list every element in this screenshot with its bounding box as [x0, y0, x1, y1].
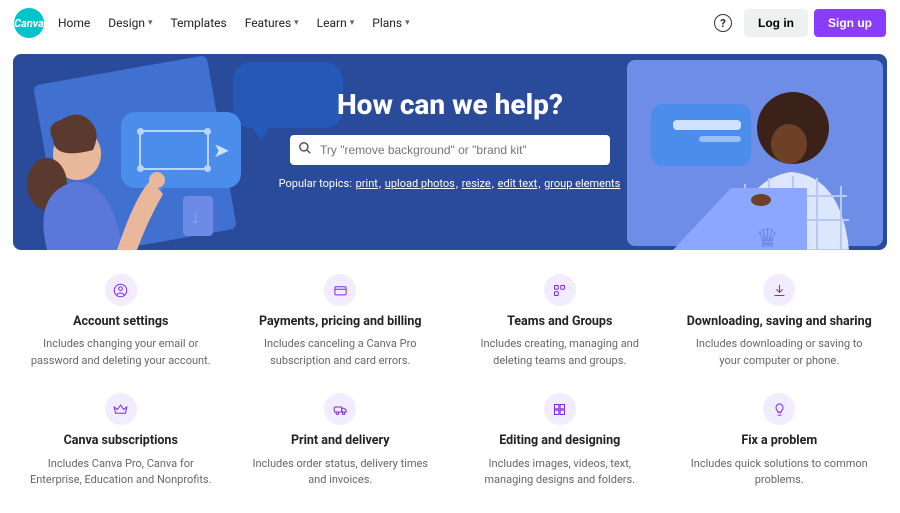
popular-link-resize[interactable]: resize [462, 177, 491, 190]
topic-title: Teams and Groups [467, 314, 653, 330]
main-nav: Home Design▾ Templates Features▾ Learn▾ Plans… [58, 16, 410, 30]
topic-subscriptions[interactable]: Canva subscriptions Includes Canva Pro, C… [20, 393, 222, 488]
download-icon [763, 274, 795, 306]
topic-title: Downloading, saving and sharing [687, 314, 873, 330]
top-nav: Canva Home Design▾ Templates Features▾ Learn… [0, 0, 900, 46]
topic-teams-groups[interactable]: Teams and Groups Includes creating, manag… [459, 274, 661, 369]
hero-title: How can we help? [13, 88, 887, 121]
topic-title: Editing and designing [467, 433, 653, 449]
search-input[interactable] [290, 135, 610, 165]
crown-icon: ♛ [756, 224, 779, 250]
topic-title: Print and delivery [248, 433, 434, 449]
nav-learn[interactable]: Learn▾ [317, 16, 355, 30]
nav-features[interactable]: Features▾ [245, 16, 299, 30]
topic-title: Fix a problem [687, 433, 873, 449]
hero: ➤ ↓ ♛ How can we help? Popular topics: p… [13, 54, 887, 250]
topic-downloading[interactable]: Downloading, saving and sharing Includes … [679, 274, 881, 369]
nav-templates[interactable]: Templates [171, 16, 227, 30]
search-icon [298, 141, 312, 159]
topic-payments[interactable]: Payments, pricing and billing Includes ca… [240, 274, 442, 369]
topic-title: Canva subscriptions [28, 433, 214, 449]
popular-topics: Popular topics: print, upload photos, re… [13, 177, 887, 190]
login-button[interactable]: Log in [744, 9, 808, 37]
help-icon[interactable]: ? [714, 14, 732, 32]
teams-icon [544, 274, 576, 306]
topic-title: Account settings [28, 314, 214, 330]
popular-label: Popular topics: [279, 177, 352, 190]
crown-icon [105, 393, 137, 425]
popular-link-edit-text[interactable]: edit text [498, 177, 538, 190]
download-arrow-icon: ↓ [191, 207, 200, 228]
nav-design[interactable]: Design▾ [108, 16, 152, 30]
grid-icon [544, 393, 576, 425]
popular-link-group-elements[interactable]: group elements [544, 177, 620, 190]
chevron-down-icon: ▾ [350, 18, 355, 28]
topic-fix-problem[interactable]: Fix a problem Includes quick solutions to… [679, 393, 881, 488]
topic-desc: Includes images, videos, text, managing … [467, 456, 653, 489]
topic-account-settings[interactable]: Account settings Includes changing your e… [20, 274, 222, 369]
chevron-down-icon: ▾ [405, 18, 410, 28]
user-circle-icon [105, 274, 137, 306]
popular-link-upload-photos[interactable]: upload photos [385, 177, 455, 190]
topic-desc: Includes downloading or saving to your c… [687, 336, 873, 369]
help-topics-grid: Account settings Includes changing your e… [20, 274, 880, 489]
search-wrap [290, 135, 610, 165]
signup-button[interactable]: Sign up [814, 9, 886, 37]
brand-logo[interactable]: Canva [14, 8, 44, 38]
topic-desc: Includes canceling a Canva Pro subscript… [248, 336, 434, 369]
topic-desc: Includes quick solutions to common probl… [687, 456, 873, 489]
topic-print-delivery[interactable]: Print and delivery Includes order status,… [240, 393, 442, 488]
nav-plans[interactable]: Plans▾ [372, 16, 409, 30]
topic-desc: Includes creating, managing and deleting… [467, 336, 653, 369]
truck-icon [324, 393, 356, 425]
topic-desc: Includes Canva Pro, Canva for Enterprise… [28, 456, 214, 489]
chevron-down-icon: ▾ [294, 18, 299, 28]
topic-title: Payments, pricing and billing [248, 314, 434, 330]
lightbulb-icon [763, 393, 795, 425]
topic-desc: Includes changing your email or password… [28, 336, 214, 369]
credit-card-icon [324, 274, 356, 306]
popular-link-print[interactable]: print [356, 177, 378, 190]
chevron-down-icon: ▾ [148, 18, 153, 28]
topic-editing-designing[interactable]: Editing and designing Includes images, vi… [459, 393, 661, 488]
topic-desc: Includes order status, delivery times an… [248, 456, 434, 489]
nav-home[interactable]: Home [58, 16, 90, 30]
